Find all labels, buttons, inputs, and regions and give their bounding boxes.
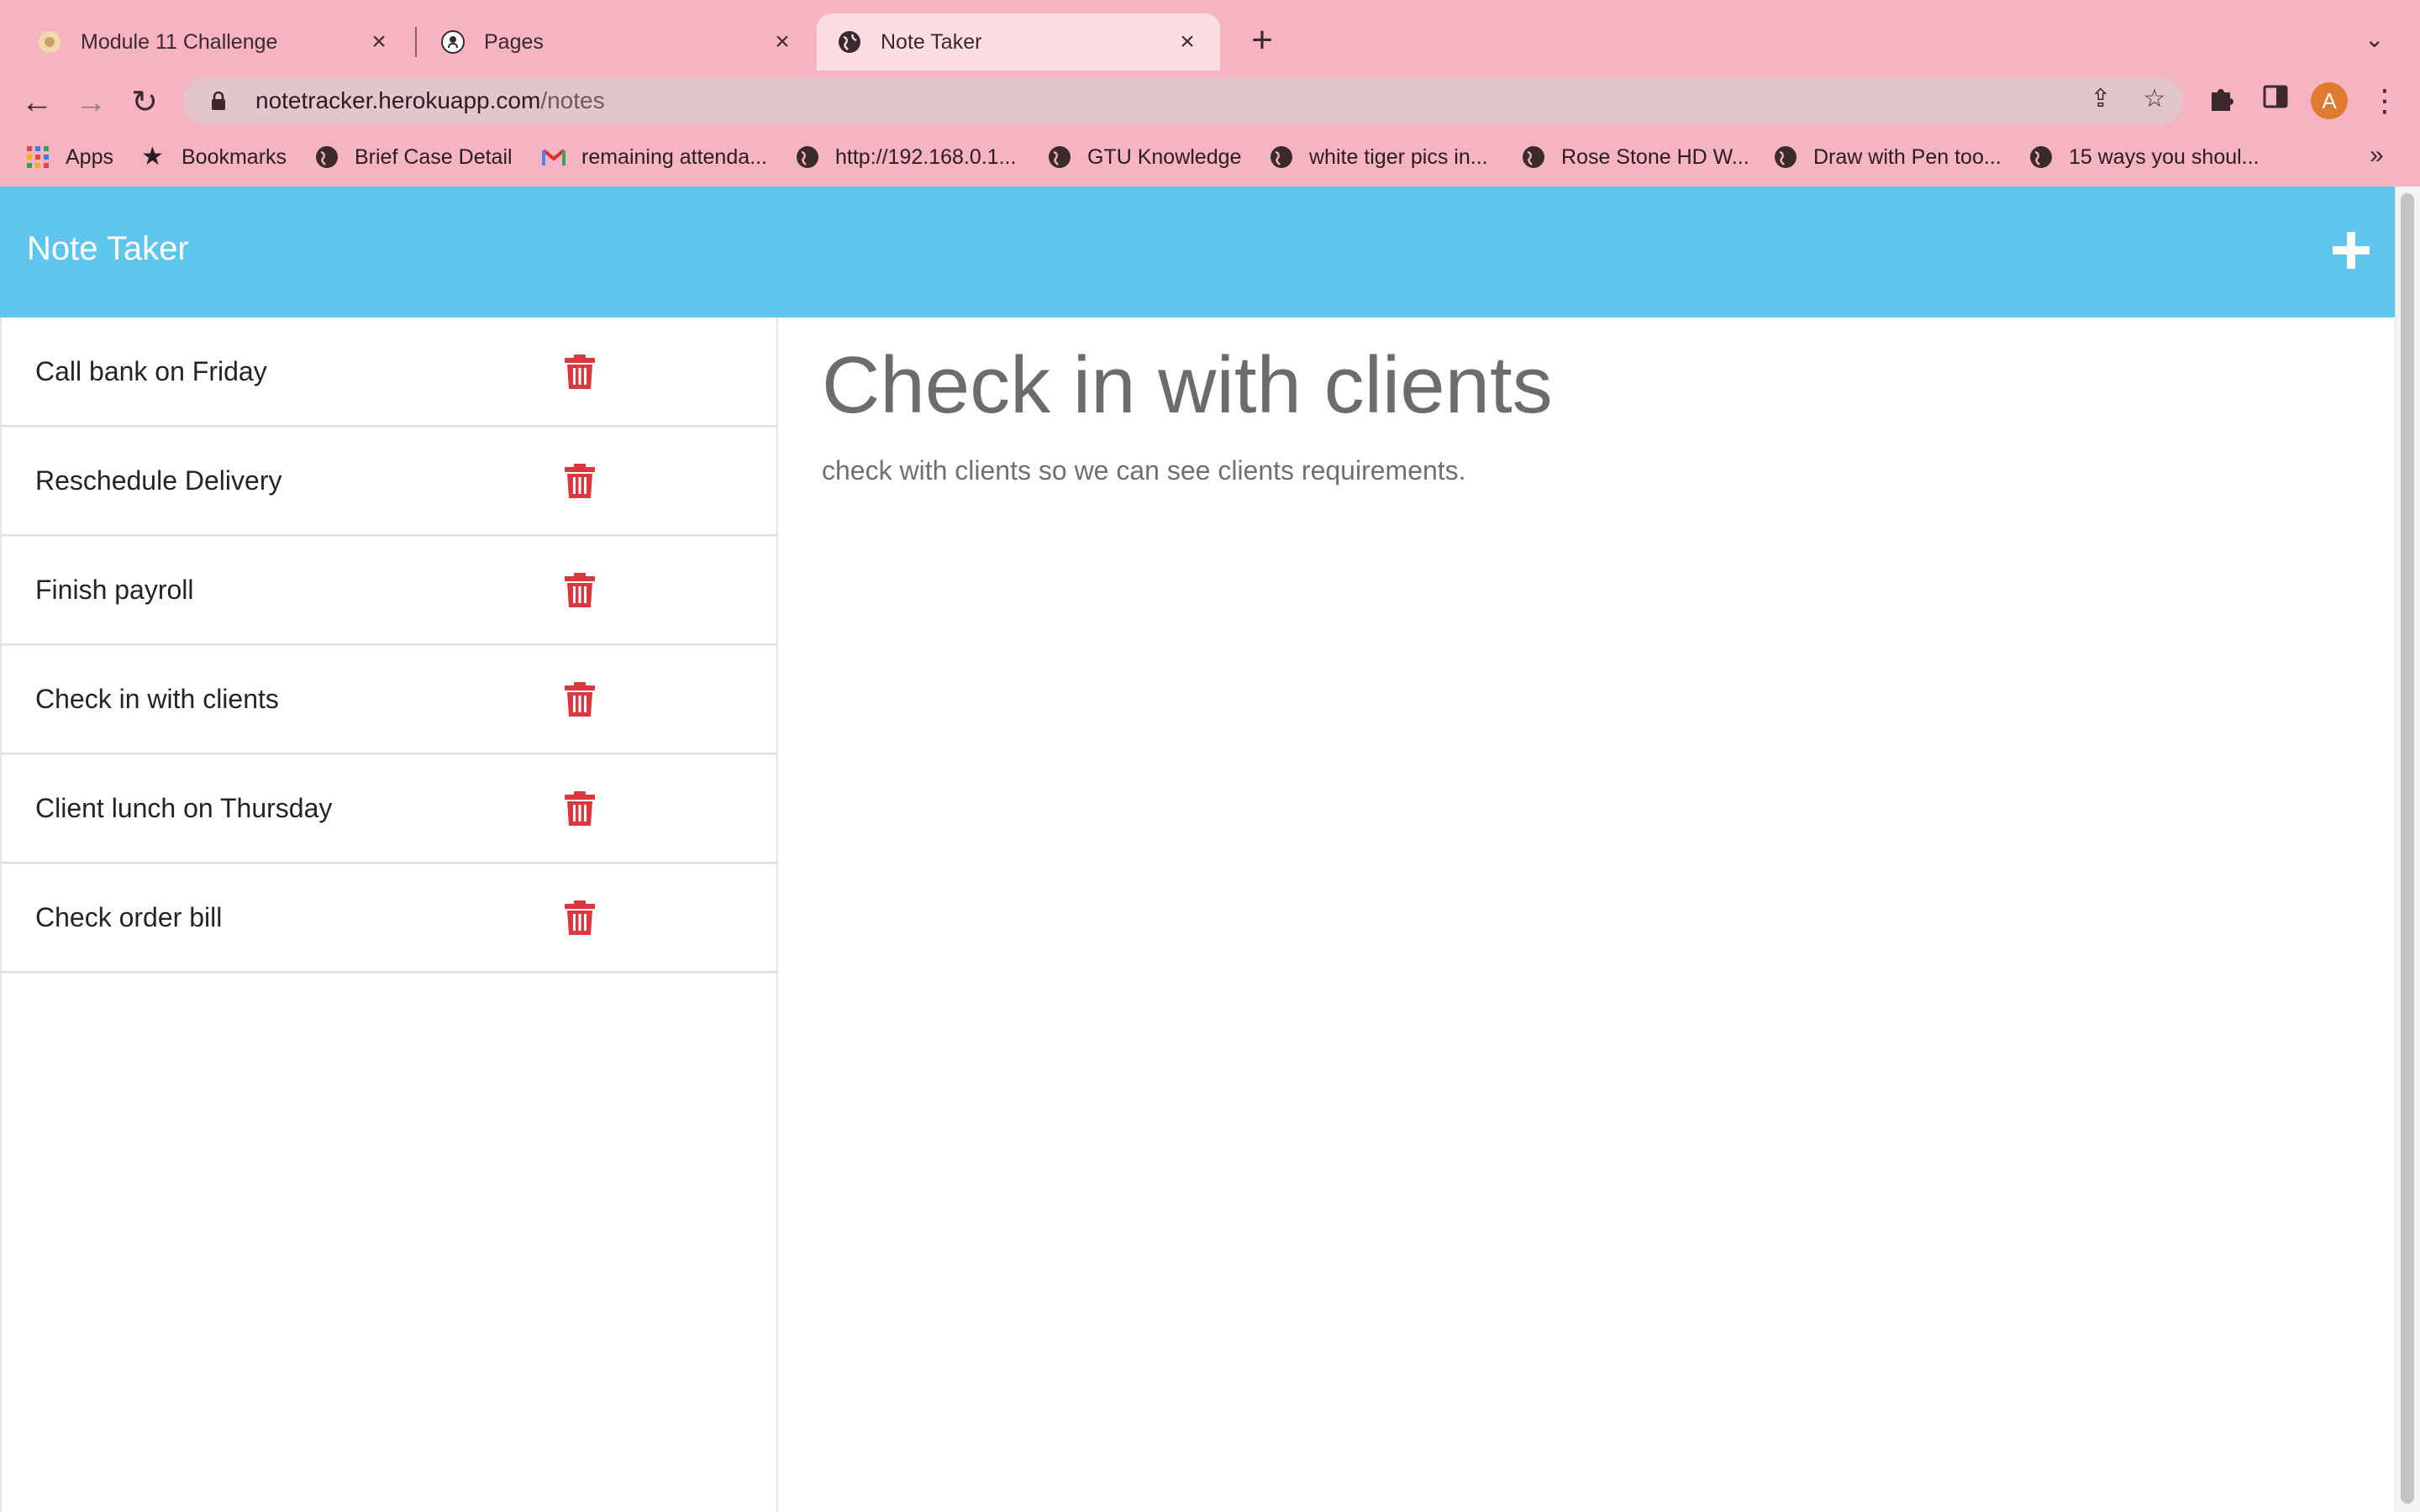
globe-icon [1523,146,1544,168]
note-item-title[interactable]: Call bank on Friday [35,356,776,387]
bookmark-label: Bookmarks [182,144,287,169]
delete-note-trash-icon[interactable] [563,463,597,500]
tab-module-11-challenge[interactable]: Module 11 Challenge × [17,13,412,71]
flower-favicon-icon [39,31,60,53]
browser-toolbar: ← → ↻ notetracker.herokuapp.com/notes ⇪ … [0,76,2420,128]
delete-note-trash-icon[interactable] [563,790,597,827]
scrollbar-thumb[interactable] [2401,193,2414,1504]
app-brand[interactable]: Note Taker [27,230,189,268]
tab-pages[interactable]: Pages × [420,13,815,71]
side-panel-icon[interactable] [2257,82,2294,119]
address-bar[interactable]: notetracker.herokuapp.com/notes [183,77,2183,124]
note-editor: Check in with clients check with clients… [778,318,2395,1512]
globe-icon [316,146,338,168]
bookmark-rose-stone[interactable]: Rose Stone HD W... [1521,144,1749,170]
more-menu-icon[interactable]: ⋮ [2370,81,2400,121]
tab-search-chevron-icon[interactable]: ⌄ [2365,25,2384,53]
bookmark-bookmarks[interactable]: ★ Bookmarks [141,144,287,170]
bookmark-brief-case-detail[interactable]: Brief Case Detail [314,144,513,170]
tab-title: Module 11 Challenge [81,29,278,54]
page-scrollbar[interactable] [2395,186,2420,1512]
bookmark-local-ip[interactable]: http://192.168.0.1... [795,144,1016,170]
bookmark-label: GTU Knowledge [1087,144,1242,169]
note-item-title[interactable]: Finish payroll [35,575,776,606]
note-list-item[interactable]: Reschedule Delivery [2,427,776,536]
github-icon [441,30,465,54]
globe-icon [1049,146,1071,168]
close-tab-icon[interactable]: × [770,29,795,55]
note-list: Call bank on Friday Reschedule Delivery … [2,318,776,973]
bookmark-label: http://192.168.0.1... [835,144,1017,169]
bookmark-apps[interactable]: Apps [25,144,113,170]
delete-note-trash-icon[interactable] [563,900,597,937]
share-icon[interactable]: ⇪ [2086,84,2116,114]
url-text[interactable]: notetracker.herokuapp.com/notes [255,87,605,114]
lock-icon[interactable] [207,89,230,113]
back-arrow-icon[interactable]: ← [17,82,57,123]
tab-strip: Module 11 Challenge × Pages × Note Taker… [0,0,2420,76]
bookmark-label: Apps [66,144,113,169]
bookmark-white-tiger[interactable]: white tiger pics in... [1269,144,1488,170]
bookmark-remaining-attendance[interactable]: remaining attenda... [541,144,767,170]
tab-note-taker[interactable]: Note Taker × [817,13,1220,71]
url-path: /notes [540,87,605,113]
note-list-item[interactable]: Finish payroll [2,536,776,645]
app-navbar: Note Taker [0,186,2395,318]
delete-note-trash-icon[interactable] [563,354,597,391]
bookmark-label: remaining attenda... [581,144,767,169]
tab-divider [415,27,417,57]
bookmark-label: white tiger pics in... [1309,144,1488,169]
puzzle-glyph [2212,89,2233,111]
bookmark-label: 15 ways you shoul... [2069,144,2260,169]
apps-grid-icon [27,146,49,168]
forward-arrow-icon[interactable]: → [71,82,111,123]
note-list-item[interactable]: Check order bill [2,864,776,973]
note-item-title[interactable]: Reschedule Delivery [35,465,776,496]
note-list-item-active[interactable]: Check in with clients [2,645,776,754]
note-item-title[interactable]: Check in with clients [35,684,776,715]
note-text-field[interactable]: check with clients so we can see clients… [822,455,2395,486]
delete-note-trash-icon[interactable] [563,681,597,718]
globe-icon [2030,146,2052,168]
close-tab-icon[interactable]: × [1175,29,1200,55]
globe-icon [1775,146,1797,168]
bookmark-draw-with-pen[interactable]: Draw with Pen too... [1773,144,2002,170]
note-list-item[interactable]: Client lunch on Thursday [2,754,776,864]
globe-icon [797,146,818,168]
profile-avatar[interactable]: A [2311,82,2348,119]
note-list-panel: Call bank on Friday Reschedule Delivery … [0,318,778,1512]
side-panel-glyph [2263,85,2288,108]
note-item-title[interactable]: Check order bill [35,902,776,933]
reload-icon[interactable]: ↻ [124,82,165,123]
star-icon: ★ [141,143,164,171]
bookmark-gtu-knowledge[interactable]: GTU Knowledge [1047,144,1241,170]
globe-icon [1270,146,1292,168]
tab-title: Pages [484,29,544,54]
note-list-item[interactable]: Call bank on Friday [2,318,776,427]
new-note-plus-icon[interactable] [2328,227,2375,274]
close-tab-icon[interactable]: × [366,29,392,55]
globe-icon [839,31,860,53]
bookmark-label: Brief Case Detail [355,144,513,169]
delete-note-trash-icon[interactable] [563,572,597,609]
bookmark-15-ways[interactable]: 15 ways you shoul... [2028,144,2260,170]
new-tab-plus-icon[interactable]: + [1242,22,1282,62]
note-item-title[interactable]: Client lunch on Thursday [35,793,776,824]
browser-chrome: Module 11 Challenge × Pages × Note Taker… [0,0,2420,186]
tab-title: Note Taker [881,29,982,54]
note-title-field[interactable]: Check in with clients [822,341,2395,430]
bookmark-star-icon[interactable]: ☆ [2139,84,2170,114]
url-host: notetracker.herokuapp.com [255,87,541,113]
extensions-puzzle-icon[interactable] [2203,82,2240,119]
bookmark-label: Rose Stone HD W... [1561,144,1749,169]
bookmarks-overflow-icon[interactable]: » [2370,141,2384,170]
bookmarks-bar: Apps ★ Bookmarks Brief Case Detail remai… [0,138,2420,176]
gmail-icon [542,149,566,165]
bookmark-label: Draw with Pen too... [1813,144,2002,169]
